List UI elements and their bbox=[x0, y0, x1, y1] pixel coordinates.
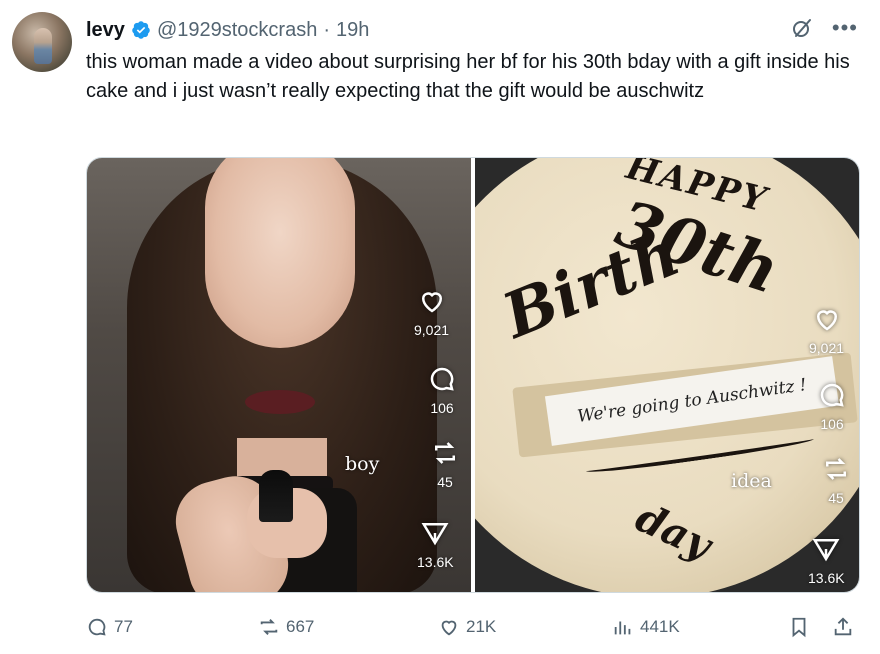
media-image-left[interactable]: 9,021 106 45 13.6K boy bbox=[87, 158, 471, 592]
overlay-reposts: 45 bbox=[430, 438, 460, 490]
tweet-header: levy @1929stockcrash · 19h bbox=[86, 18, 369, 42]
comment-icon bbox=[430, 367, 454, 391]
author-name[interactable]: levy bbox=[86, 19, 125, 42]
repost-icon bbox=[826, 458, 846, 480]
views-button[interactable]: 441K bbox=[612, 616, 680, 638]
overlay-comments: 106 bbox=[817, 380, 847, 432]
overlay-likes: 9,021 bbox=[809, 304, 844, 356]
overlay-shares-count: 13.6K bbox=[417, 554, 454, 570]
tweet-top-actions: ••• bbox=[790, 16, 858, 40]
overlay-reposts-count: 45 bbox=[437, 474, 453, 490]
send-icon bbox=[812, 539, 840, 562]
like-count: 21K bbox=[466, 617, 497, 636]
share-icon bbox=[834, 617, 852, 636]
face-shape bbox=[205, 158, 355, 348]
overlay-shares: 13.6K bbox=[417, 518, 454, 570]
repost-icon bbox=[260, 619, 278, 635]
reply-count: 77 bbox=[114, 617, 133, 636]
overlay-comments: 106 bbox=[427, 364, 457, 416]
views-count: 441K bbox=[640, 617, 680, 636]
reply-icon bbox=[88, 618, 106, 636]
repost-icon bbox=[435, 442, 455, 464]
overlay-reposts: 45 bbox=[821, 454, 851, 506]
reply-button[interactable]: 77 bbox=[86, 616, 133, 638]
send-icon bbox=[421, 523, 449, 546]
overlay-likes-count: 9,021 bbox=[414, 322, 450, 338]
share-button[interactable] bbox=[832, 616, 854, 638]
lips-shape bbox=[245, 390, 315, 414]
video-caption-left: boy bbox=[345, 453, 380, 475]
tweet-time[interactable]: 19h bbox=[336, 19, 369, 42]
separator-dot: · bbox=[323, 18, 330, 41]
verified-badge-icon bbox=[132, 21, 150, 39]
heart-icon bbox=[441, 620, 457, 636]
grok-icon[interactable] bbox=[790, 16, 814, 40]
overlay-reposts-count: 45 bbox=[828, 490, 844, 506]
repost-count: 667 bbox=[286, 617, 315, 636]
media-image-right[interactable]: HAPPY 30th Birth We're going to Auschwit… bbox=[475, 158, 859, 592]
comment-icon bbox=[820, 383, 844, 407]
like-button[interactable]: 21K bbox=[438, 616, 496, 638]
brush-shape bbox=[259, 470, 293, 522]
video-caption-right: idea bbox=[731, 470, 772, 492]
heart-icon bbox=[816, 310, 837, 331]
author-handle[interactable]: @1929stockcrash bbox=[157, 19, 317, 42]
views-icon bbox=[614, 621, 631, 635]
media-grid[interactable]: 9,021 106 45 13.6K boy HAPPY 30th Birth … bbox=[86, 157, 860, 593]
overlay-shares-count: 13.6K bbox=[808, 570, 845, 586]
tweet-text: this woman made a video about surprising… bbox=[86, 51, 850, 102]
avatar[interactable] bbox=[12, 12, 72, 72]
repost-button[interactable]: 667 bbox=[258, 616, 314, 638]
overlay-shares: 13.6K bbox=[808, 534, 845, 586]
tweet-action-bar: 77 667 21K 441K bbox=[86, 612, 858, 642]
overlay-likes-count: 9,021 bbox=[809, 340, 845, 356]
overlay-comments-count: 106 bbox=[820, 416, 844, 432]
overlay-comments-count: 106 bbox=[430, 400, 454, 416]
heart-icon bbox=[421, 292, 442, 313]
avatar-figure bbox=[34, 28, 52, 64]
bookmark-button[interactable] bbox=[788, 616, 810, 638]
bookmark-icon bbox=[792, 617, 806, 638]
more-icon[interactable]: ••• bbox=[832, 17, 858, 39]
overlay-likes: 9,021 bbox=[414, 286, 449, 338]
